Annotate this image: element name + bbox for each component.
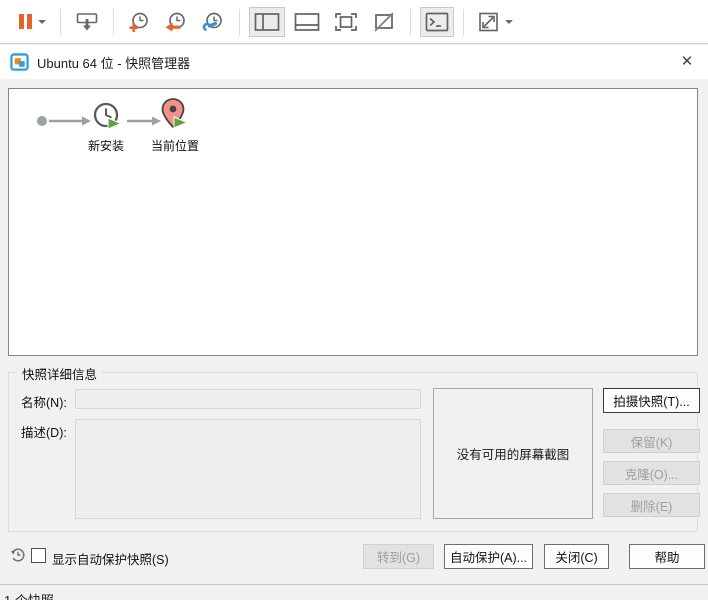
revert-snapshot-icon <box>165 11 188 33</box>
send-ctrl-alt-del-icon <box>75 11 99 33</box>
dialog-titlebar: Ubuntu 64 位 - 快照管理器 ✕ <box>0 45 708 79</box>
caret-down-icon <box>38 20 46 24</box>
pause-icon <box>17 14 33 29</box>
current-location-label[interactable]: 当前位置 <box>143 137 207 154</box>
keep-button[interactable]: 保留(K) <box>603 429 700 453</box>
tree-arrow <box>127 116 161 126</box>
unity-icon <box>372 11 396 33</box>
toolbar-separator <box>113 9 114 35</box>
description-label: 描述(D): <box>21 422 67 441</box>
take-snapshot-icon <box>128 11 151 33</box>
snapshot-manager-icon <box>202 11 225 33</box>
snapshot-manager-button[interactable] <box>197 7 230 37</box>
stretch-icon <box>478 11 500 33</box>
screenshot-placeholder-text: 没有可用的屏幕截图 <box>457 444 570 463</box>
snapshot-description-input[interactable] <box>75 419 421 519</box>
tree-root-node <box>37 116 47 126</box>
clone-button[interactable]: 克隆(O)... <box>603 461 700 485</box>
thumbnail-bar-icon <box>294 11 320 33</box>
delete-button[interactable]: 删除(E) <box>603 493 700 517</box>
toolbar-separator <box>239 9 240 35</box>
console-icon <box>425 12 449 32</box>
pause-button[interactable] <box>12 7 51 37</box>
library-panel-icon <box>254 11 280 33</box>
close-dialog-button[interactable]: 关闭(C) <box>544 544 609 569</box>
main-toolbar <box>0 0 708 44</box>
close-icon[interactable]: ✕ <box>676 51 698 73</box>
screenshot-preview-panel: 没有可用的屏幕截图 <box>433 388 593 519</box>
toolbar-separator <box>463 9 464 35</box>
vmware-logo <box>10 53 29 72</box>
snapshot-name-input[interactable] <box>75 389 421 409</box>
show-autoprotect-checkbox[interactable] <box>31 548 46 563</box>
take-snapshot-dialog-button[interactable]: 拍摄快照(T)... <box>603 388 700 413</box>
caret-down-icon <box>505 20 513 24</box>
take-snapshot-button[interactable] <box>123 7 156 37</box>
library-panel-button[interactable] <box>249 7 285 37</box>
fullscreen-button[interactable] <box>329 7 363 37</box>
thumbnail-bar-button[interactable] <box>289 7 325 37</box>
history-clock-icon <box>9 546 26 563</box>
toolbar-separator <box>60 9 61 35</box>
snapshot-node-label[interactable]: 新安装 <box>76 137 136 154</box>
show-autoprotect-label: 显示自动保护快照(S) <box>52 549 169 568</box>
snapshot-tree-panel[interactable]: 新安装 当前位置 <box>8 88 698 356</box>
unity-button[interactable] <box>367 7 401 37</box>
snapshot-manager-screen: Ubuntu 64 位 - 快照管理器 ✕ 新安装 当前位置 快照详细信息 名称… <box>0 0 708 600</box>
tree-arrow <box>49 116 91 126</box>
dialog-bottom-edge <box>0 584 708 585</box>
goto-button[interactable]: 转到(G) <box>363 544 434 569</box>
toolbar-separator <box>410 9 411 35</box>
statusbar-snapshot-count: 1 个快照 <box>4 590 54 600</box>
send-ctrl-alt-del-button[interactable] <box>70 7 104 37</box>
help-button[interactable]: 帮助 <box>629 544 705 569</box>
dialog-title: Ubuntu 64 位 - 快照管理器 <box>37 53 190 72</box>
console-button[interactable] <box>420 7 454 37</box>
stretch-button[interactable] <box>473 7 518 37</box>
autoprotect-button[interactable]: 自动保护(A)... <box>444 544 533 569</box>
current-location-pin-icon[interactable] <box>159 97 189 133</box>
snapshot-details-group: 快照详细信息 名称(N): 描述(D): 没有可用的屏幕截图 拍摄快照(T)..… <box>8 372 698 532</box>
revert-snapshot-button[interactable] <box>160 7 193 37</box>
name-label: 名称(N): <box>21 392 67 411</box>
snapshot-clock-icon[interactable] <box>91 101 123 133</box>
group-title: 快照详细信息 <box>17 364 102 383</box>
fullscreen-icon <box>334 11 358 33</box>
